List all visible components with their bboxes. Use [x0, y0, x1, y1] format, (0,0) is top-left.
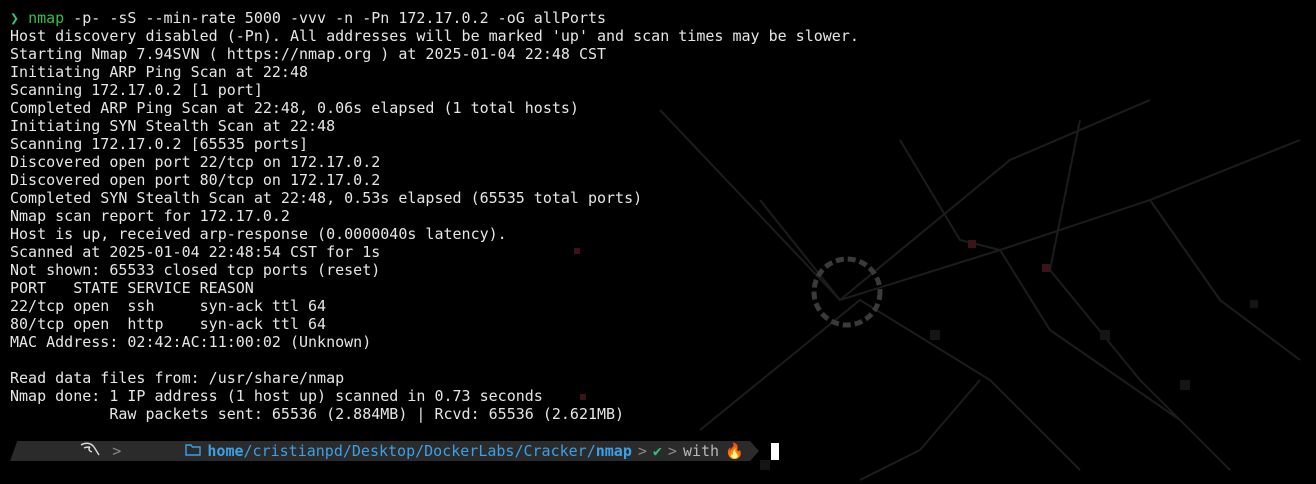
- command-line: ❯ nmap -p- -sS --min-rate 5000 -vvv -n -…: [10, 9, 859, 27]
- output-line: Completed ARP Ping Scan at 22:48, 0.06s …: [10, 99, 579, 117]
- prompt-arrow-icon: ❯: [10, 9, 20, 27]
- folder-icon: [127, 421, 207, 481]
- prompt-separator: >: [637, 442, 647, 460]
- prompt-separator: >: [112, 442, 122, 460]
- shell-prompt: > home/cristianpd/Desktop/DockerLabs/Cra…: [10, 441, 779, 461]
- output-line: Host discovery disabled (-Pn). All addre…: [10, 27, 859, 45]
- prompt-right-cap: [749, 441, 759, 461]
- output-line: MAC Address: 02:42:AC:11:00:02 (Unknown): [10, 333, 372, 351]
- fire-icon: 🔥: [725, 442, 744, 460]
- command-program: nmap: [28, 9, 65, 27]
- output-line: Nmap done: 1 IP address (1 host up) scan…: [10, 387, 543, 405]
- port-table-row: 80/tcp open http syn-ack ttl 64: [10, 315, 327, 333]
- output-line: Scanning 172.17.0.2 [1 port]: [10, 81, 263, 99]
- output-line: Not shown: 65533 closed tcp ports (reset…: [10, 261, 381, 279]
- port-table-row: 22/tcp open ssh syn-ack ttl 64: [10, 297, 327, 315]
- output-line: Initiating SYN Stealth Scan at 22:48: [10, 117, 336, 135]
- path-current: nmap: [595, 442, 632, 460]
- output-line: Discovered open port 80/tcp on 172.17.0.…: [10, 171, 381, 189]
- status-check-icon: ✔: [652, 442, 662, 460]
- output-line: Completed SYN Stealth Scan at 22:48, 0.5…: [10, 189, 643, 207]
- output-line: Scanning 172.17.0.2 [65535 ports]: [10, 135, 309, 153]
- prompt-separator: >: [667, 442, 677, 460]
- output-line: Host is up, received arp-response (0.000…: [10, 225, 507, 243]
- output-line: Scanned at 2025-01-04 22:48:54 CST for 1…: [10, 243, 381, 261]
- terminal-cursor[interactable]: [770, 442, 779, 460]
- prompt-with-label: with: [682, 442, 720, 460]
- output-line: Read data files from: /usr/share/nmap: [10, 369, 345, 387]
- output-line: Discovered open port 22/tcp on 172.17.0.…: [10, 153, 381, 171]
- kali-dragon-icon: [18, 421, 106, 481]
- output-line: Starting Nmap 7.94SVN ( https://nmap.org…: [10, 45, 607, 63]
- path-middle: /cristianpd/Desktop/DockerLabs/Cracker/: [243, 442, 596, 460]
- path-home: home: [207, 442, 244, 460]
- prompt-bar: > home/cristianpd/Desktop/DockerLabs/Cra…: [18, 441, 750, 461]
- prompt-left-cap: [10, 441, 18, 461]
- output-line: Nmap scan report for 172.17.0.2: [10, 207, 290, 225]
- command-args: -p- -sS --min-rate 5000 -vvv -n -Pn 172.…: [64, 9, 607, 27]
- output-line: Initiating ARP Ping Scan at 22:48: [10, 63, 309, 81]
- terminal-output: ❯ nmap -p- -sS --min-rate 5000 -vvv -n -…: [10, 9, 859, 423]
- port-table-header: PORT STATE SERVICE REASON: [10, 279, 254, 297]
